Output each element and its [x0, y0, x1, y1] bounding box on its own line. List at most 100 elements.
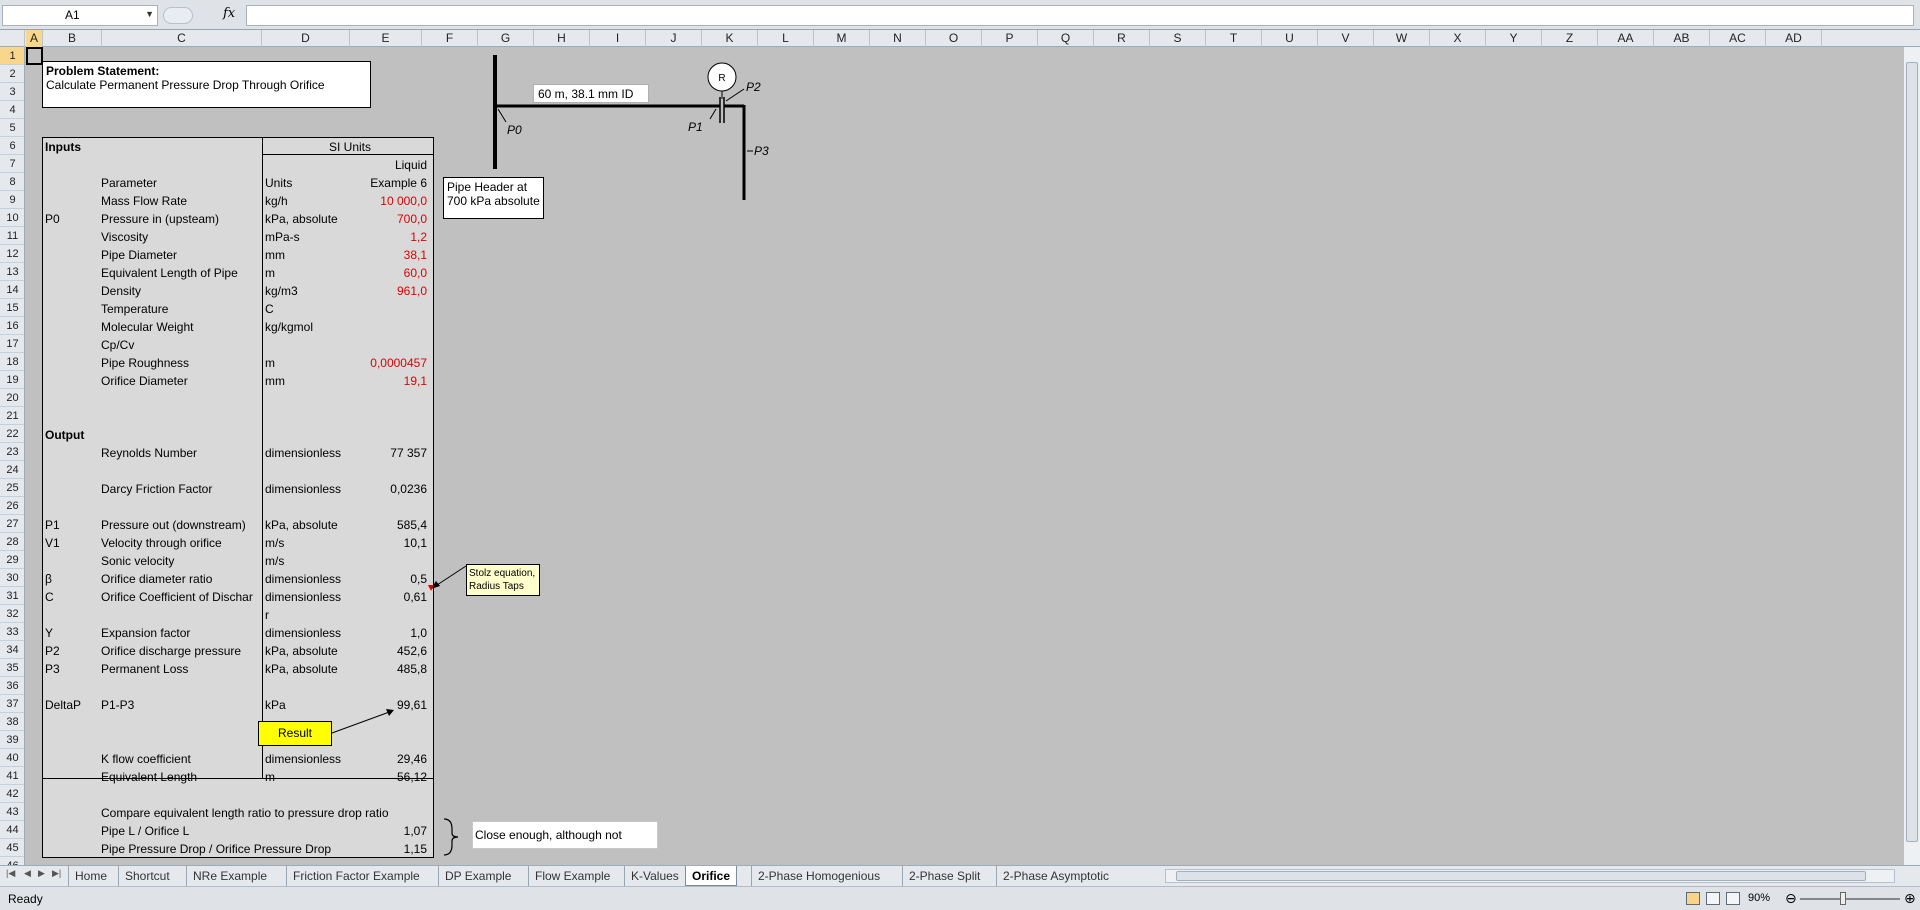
row-header-5[interactable]: 5: [0, 119, 24, 137]
row-header-41[interactable]: 41: [0, 767, 24, 785]
column-header-r[interactable]: R: [1094, 30, 1150, 47]
column-header-y[interactable]: Y: [1486, 30, 1542, 47]
column-header-m[interactable]: M: [814, 30, 870, 47]
row-header-9[interactable]: 9: [0, 191, 24, 209]
row-header-4[interactable]: 4: [0, 101, 24, 119]
sheet-tab-2-phase-asymptotic[interactable]: 2-Phase Asymptotic: [996, 866, 1115, 886]
horizontal-scrollbar[interactable]: [1165, 869, 1895, 883]
row-header-29[interactable]: 29: [0, 551, 24, 569]
column-header-aa[interactable]: AA: [1598, 30, 1654, 47]
column-header-n[interactable]: N: [870, 30, 926, 47]
row-header-15[interactable]: 15: [0, 299, 24, 317]
row-header-45[interactable]: 45: [0, 839, 24, 857]
row-header-18[interactable]: 18: [0, 353, 24, 371]
column-header-t[interactable]: T: [1206, 30, 1262, 47]
row-header-3[interactable]: 3: [0, 83, 24, 101]
sheet-tab-orifice[interactable]: Orifice: [685, 866, 738, 886]
sheet-tab-2-phase-split[interactable]: 2-Phase Split: [902, 866, 986, 886]
sheet-tab-flow-example[interactable]: Flow Example: [528, 866, 616, 886]
row-header-6[interactable]: 6: [0, 137, 24, 155]
row-header-8[interactable]: 8: [0, 173, 24, 191]
row-header-37[interactable]: 37: [0, 695, 24, 713]
zoom-slider-thumb[interactable]: [1840, 892, 1846, 905]
normal-view-icon[interactable]: [1686, 892, 1700, 905]
sheet-tab-k-values[interactable]: K-Values: [624, 866, 685, 886]
row-header-19[interactable]: 19: [0, 371, 24, 389]
insert-function-icon[interactable]: fx: [223, 6, 235, 21]
column-header-b[interactable]: B: [43, 30, 102, 47]
column-header-k[interactable]: K: [702, 30, 758, 47]
column-header-e[interactable]: E: [350, 30, 422, 47]
column-header-l[interactable]: L: [758, 30, 814, 47]
row-header-35[interactable]: 35: [0, 659, 24, 677]
row-header-2[interactable]: 2: [0, 65, 24, 83]
column-header-u[interactable]: U: [1262, 30, 1318, 47]
page-layout-icon[interactable]: [1706, 892, 1720, 905]
last-sheet-icon[interactable]: ▶|: [52, 868, 61, 879]
worksheet-grid[interactable]: Problem Statement: Calculate Permanent P…: [26, 47, 1902, 865]
column-header-d[interactable]: D: [262, 30, 350, 47]
row-header-20[interactable]: 20: [0, 389, 24, 407]
row-header-24[interactable]: 24: [0, 461, 24, 479]
zoom-slider[interactable]: [1800, 898, 1900, 900]
column-header-s[interactable]: S: [1150, 30, 1206, 47]
column-header-ac[interactable]: AC: [1710, 30, 1766, 47]
column-header-g[interactable]: G: [478, 30, 534, 47]
row-header-25[interactable]: 25: [0, 479, 24, 497]
row-header-14[interactable]: 14: [0, 281, 24, 299]
row-header-30[interactable]: 30: [0, 569, 24, 587]
sheet-tab-home[interactable]: Home: [68, 866, 113, 886]
formula-bar-resize-handle[interactable]: [163, 7, 193, 24]
formula-input[interactable]: [246, 5, 1914, 26]
prev-sheet-icon[interactable]: ◀: [24, 868, 31, 879]
column-header-p[interactable]: P: [982, 30, 1038, 47]
sheet-tab-nre-example[interactable]: NRe Example: [186, 866, 273, 886]
row-header-26[interactable]: 26: [0, 497, 24, 515]
sheet-tab-2-phase-homogenious[interactable]: 2-Phase Homogenious: [751, 866, 886, 886]
row-header-27[interactable]: 27: [0, 515, 24, 533]
chevron-down-icon[interactable]: ▼: [145, 9, 154, 19]
zoom-in-icon[interactable]: ⊕: [1904, 890, 1916, 907]
column-header-a[interactable]: A: [26, 30, 43, 47]
row-header-31[interactable]: 31: [0, 587, 24, 605]
name-box[interactable]: A1 ▼: [2, 5, 158, 26]
row-header-16[interactable]: 16: [0, 317, 24, 335]
column-header-q[interactable]: Q: [1038, 30, 1094, 47]
column-header-z[interactable]: Z: [1542, 30, 1598, 47]
column-header-x[interactable]: X: [1430, 30, 1486, 47]
row-header-42[interactable]: 42: [0, 785, 24, 803]
sheet-tab-friction-factor-example[interactable]: Friction Factor Example: [286, 866, 426, 886]
column-header-ab[interactable]: AB: [1654, 30, 1710, 47]
row-header-32[interactable]: 32: [0, 605, 24, 623]
row-header-46[interactable]: 46: [0, 857, 24, 865]
row-header-23[interactable]: 23: [0, 443, 24, 461]
row-header-22[interactable]: 22: [0, 425, 24, 443]
row-header-33[interactable]: 33: [0, 623, 24, 641]
row-header-44[interactable]: 44: [0, 821, 24, 839]
row-header-12[interactable]: 12: [0, 245, 24, 263]
next-sheet-icon[interactable]: ▶: [38, 868, 45, 879]
first-sheet-icon[interactable]: |◀: [6, 868, 15, 879]
row-header-11[interactable]: 11: [0, 227, 24, 245]
column-header-i[interactable]: I: [590, 30, 646, 47]
column-header-f[interactable]: F: [422, 30, 478, 47]
row-header-34[interactable]: 34: [0, 641, 24, 659]
column-header-ad[interactable]: AD: [1766, 30, 1822, 47]
row-header-7[interactable]: 7: [0, 155, 24, 173]
row-header-10[interactable]: 10: [0, 209, 24, 227]
row-header-28[interactable]: 28: [0, 533, 24, 551]
row-header-38[interactable]: 38: [0, 713, 24, 731]
row-header-1[interactable]: 1: [0, 47, 24, 65]
zoom-level[interactable]: 90%: [1748, 892, 1770, 904]
row-header-43[interactable]: 43: [0, 803, 24, 821]
select-all-corner[interactable]: [0, 30, 25, 47]
page-break-preview-icon[interactable]: [1726, 892, 1740, 905]
row-header-36[interactable]: 36: [0, 677, 24, 695]
row-header-40[interactable]: 40: [0, 749, 24, 767]
zoom-out-icon[interactable]: ⊖: [1785, 890, 1797, 907]
row-header-17[interactable]: 17: [0, 335, 24, 353]
row-header-39[interactable]: 39: [0, 731, 24, 749]
sheet-tab-shortcut[interactable]: Shortcut: [118, 866, 176, 886]
column-header-c[interactable]: C: [102, 30, 262, 47]
sheet-tab-dp-example[interactable]: DP Example: [438, 866, 517, 886]
